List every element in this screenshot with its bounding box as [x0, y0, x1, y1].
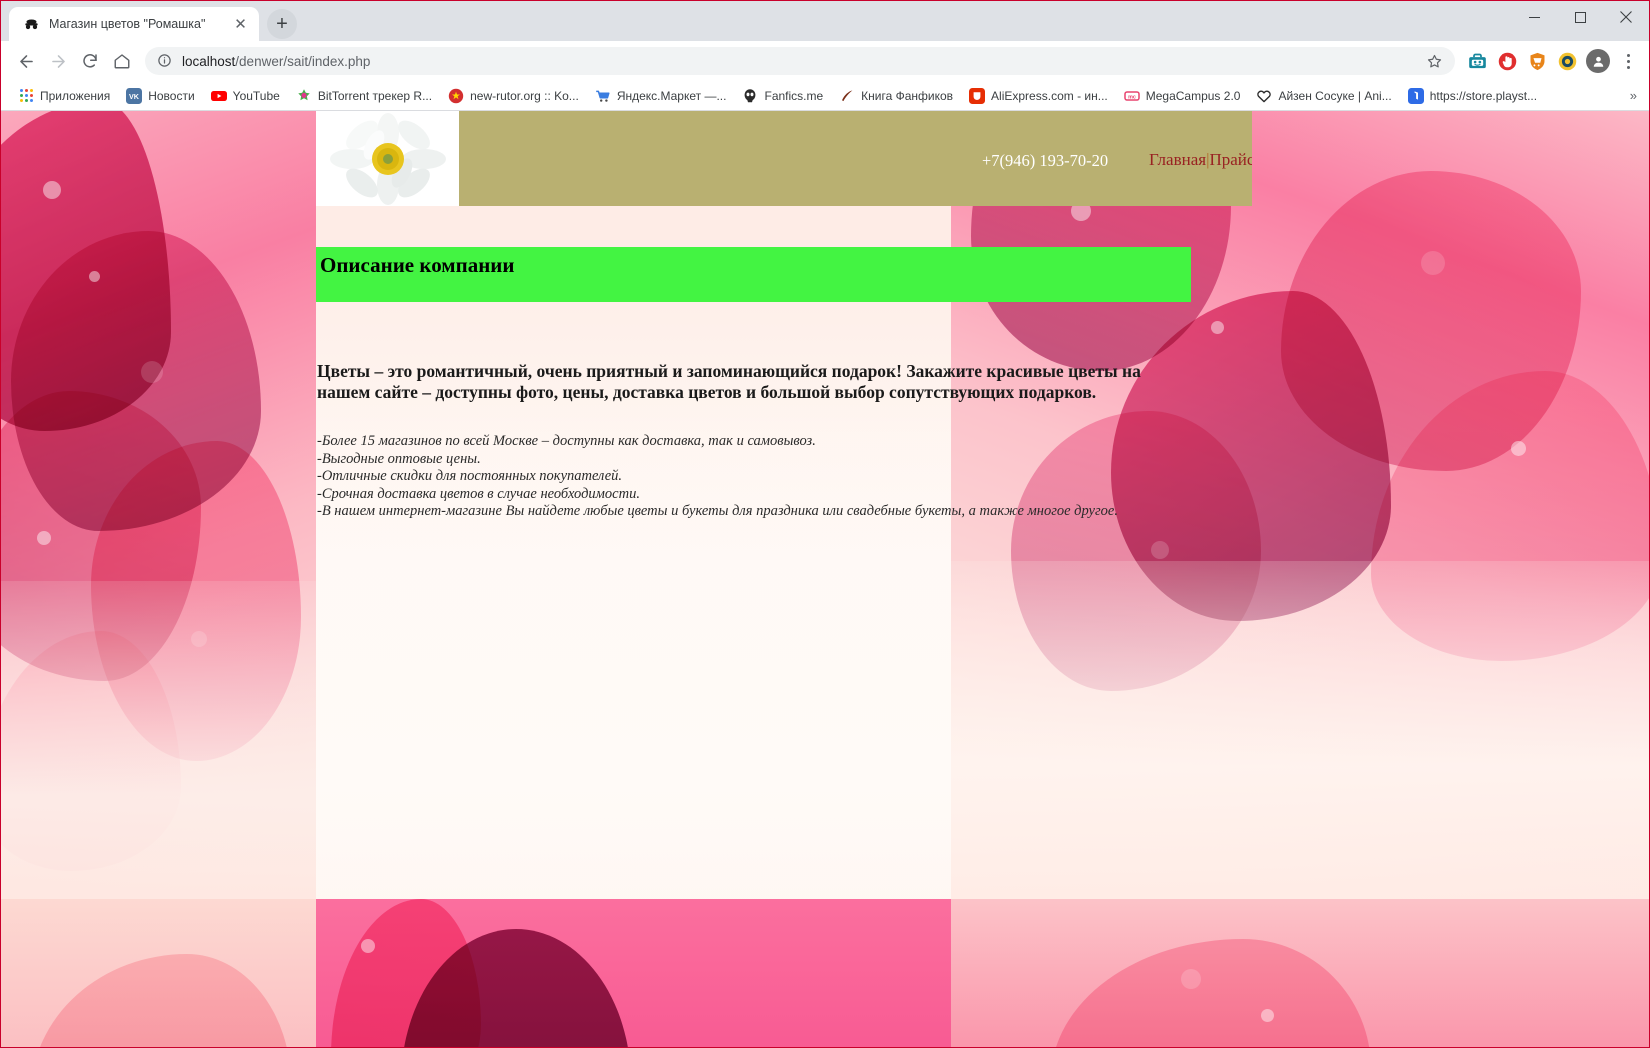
- three-dots-menu-icon[interactable]: [1615, 47, 1641, 75]
- shop-extension-icon[interactable]: [1464, 48, 1490, 74]
- list-item: -Отличные скидки для постоянных покупате…: [317, 468, 1217, 486]
- bookmark-megacampus[interactable]: mc MegaCampus 2.0: [1117, 85, 1248, 107]
- bookmark-label: Айзен Сосуке | Ani...: [1278, 89, 1391, 103]
- browser-tab[interactable]: Магазин цветов "Ромашка" ✕: [9, 7, 259, 41]
- bookmark-playstation-store[interactable]: https://store.playst...: [1401, 85, 1544, 107]
- info-circle-icon[interactable]: [157, 53, 173, 69]
- bookmark-label: Fanfics.me: [764, 89, 823, 103]
- home-icon[interactable]: [107, 46, 137, 76]
- bookmark-yandex-market[interactable]: Яндекс.Маркет —...: [588, 85, 734, 107]
- bookmark-label: MegaCampus 2.0: [1146, 89, 1241, 103]
- daisy-flower-logo: [322, 113, 454, 205]
- bookmarks-overflow-chevron[interactable]: »: [1624, 88, 1643, 103]
- site-phone: +7(946) 193-70-20: [982, 151, 1108, 171]
- nav-link-pricelist[interactable]: Прайс-лист: [1209, 150, 1252, 169]
- section-heading-text: Описание компании: [320, 253, 515, 278]
- user-avatar[interactable]: [1586, 49, 1610, 73]
- list-item: -В нашем интернет-магазине Вы найдете лю…: [317, 503, 1217, 521]
- reload-icon[interactable]: [75, 46, 105, 76]
- new-tab-button[interactable]: +: [267, 9, 297, 39]
- lead-paragraph: Цветы – это романтичный, очень приятный …: [317, 361, 1189, 403]
- bookmark-bittorrent[interactable]: BitTorrent трекер R...: [289, 85, 439, 107]
- section-heading: Описание компании: [316, 247, 1191, 302]
- bottom-floral-band: [1, 899, 1649, 1048]
- bookmark-star-icon[interactable]: [1426, 53, 1443, 70]
- tab-close-icon[interactable]: ✕: [232, 16, 249, 33]
- browser-window: Магазин цветов "Ромашка" ✕ +: [0, 0, 1650, 1048]
- adblock-extension-icon[interactable]: [1494, 48, 1520, 74]
- bookmark-label: BitTorrent трекер R...: [318, 89, 432, 103]
- site-header: +7(946) 193-70-20 Главная|Прайс-лист|Кон…: [316, 111, 1252, 206]
- bookmark-rutor[interactable]: new-rutor.org :: Ko...: [441, 85, 586, 107]
- page-viewport: +7(946) 193-70-20 Главная|Прайс-лист|Кон…: [1, 111, 1649, 1048]
- quill-icon: [839, 88, 855, 104]
- bookmark-aizen[interactable]: Айзен Сосуке | Ani...: [1249, 85, 1398, 107]
- back-arrow-icon[interactable]: [11, 46, 41, 76]
- bookmarks-bar: Приложения VK Новости YouTube BitTorrent…: [1, 81, 1649, 111]
- svg-text:mc: mc: [1128, 94, 1136, 100]
- bookmark-label: Приложения: [40, 89, 110, 103]
- youtube-icon: [211, 88, 227, 104]
- forward-arrow-icon: [43, 46, 73, 76]
- list-item: -Срочная доставка цветов в случае необхо…: [317, 486, 1217, 504]
- rutor-icon: [448, 88, 464, 104]
- site-header-bar: +7(946) 193-70-20 Главная|Прайс-лист|Кон…: [459, 111, 1252, 206]
- bookmark-label: new-rutor.org :: Ko...: [470, 89, 579, 103]
- apps-grid-icon: [18, 88, 34, 104]
- bookmark-label: Книга Фанфиков: [861, 89, 953, 103]
- address-path: /denwer/sait/index.php: [235, 54, 370, 69]
- nav-link-home[interactable]: Главная: [1149, 150, 1206, 169]
- shield-cart-extension-icon[interactable]: [1524, 48, 1550, 74]
- bookmark-youtube[interactable]: YouTube: [204, 85, 287, 107]
- bookmark-label: AliExpress.com - ин...: [991, 89, 1108, 103]
- site-nav: Главная|Прайс-лист|Контакты|Заказ: [1149, 150, 1252, 170]
- tab-title: Магазин цветов "Ромашка": [49, 17, 223, 31]
- cart-icon: [595, 88, 611, 104]
- bookmark-label: Яндекс.Маркет —...: [617, 89, 727, 103]
- tab-strip: Магазин цветов "Ромашка" ✕ +: [1, 1, 1649, 41]
- address-bar-url: localhost/denwer/sait/index.php: [182, 54, 370, 69]
- minimize-icon[interactable]: [1511, 1, 1557, 33]
- address-bar[interactable]: localhost/denwer/sait/index.php: [145, 47, 1455, 75]
- bookmark-aliexpress[interactable]: AliExpress.com - ин...: [962, 85, 1115, 107]
- flower-favicon: [23, 16, 40, 33]
- bookmark-label: https://store.playst...: [1430, 89, 1537, 103]
- window-controls: [1511, 1, 1649, 41]
- fanfics-icon: [742, 88, 758, 104]
- maximize-icon[interactable]: [1557, 1, 1603, 33]
- bookmark-fanfics[interactable]: Fanfics.me: [735, 85, 830, 107]
- list-item: -Выгодные оптовые цены.: [317, 451, 1217, 469]
- svg-text:VK: VK: [129, 92, 140, 101]
- bookmark-novosti[interactable]: VK Новости: [119, 85, 201, 107]
- bittorrent-icon: [296, 88, 312, 104]
- site-logo[interactable]: [316, 111, 459, 206]
- list-item: -Более 15 магазинов по всей Москве – дос…: [317, 433, 1217, 451]
- yellow-circle-extension-icon[interactable]: [1554, 48, 1580, 74]
- feature-list: -Более 15 магазинов по всей Москве – дос…: [317, 433, 1217, 521]
- browser-toolbar: localhost/denwer/sait/index.php: [1, 41, 1649, 81]
- address-host: localhost: [182, 54, 235, 69]
- megacampus-icon: mc: [1124, 88, 1140, 104]
- bookmark-label: YouTube: [233, 89, 280, 103]
- close-icon[interactable]: [1603, 1, 1649, 33]
- bookmark-label: Новости: [148, 89, 194, 103]
- bookmark-ficbook[interactable]: Книга Фанфиков: [832, 85, 960, 107]
- aliexpress-icon: [969, 88, 985, 104]
- vk-icon: VK: [126, 88, 142, 104]
- bookmark-apps[interactable]: Приложения: [11, 85, 117, 107]
- playstation-icon: [1408, 88, 1424, 104]
- heart-icon: [1256, 88, 1272, 104]
